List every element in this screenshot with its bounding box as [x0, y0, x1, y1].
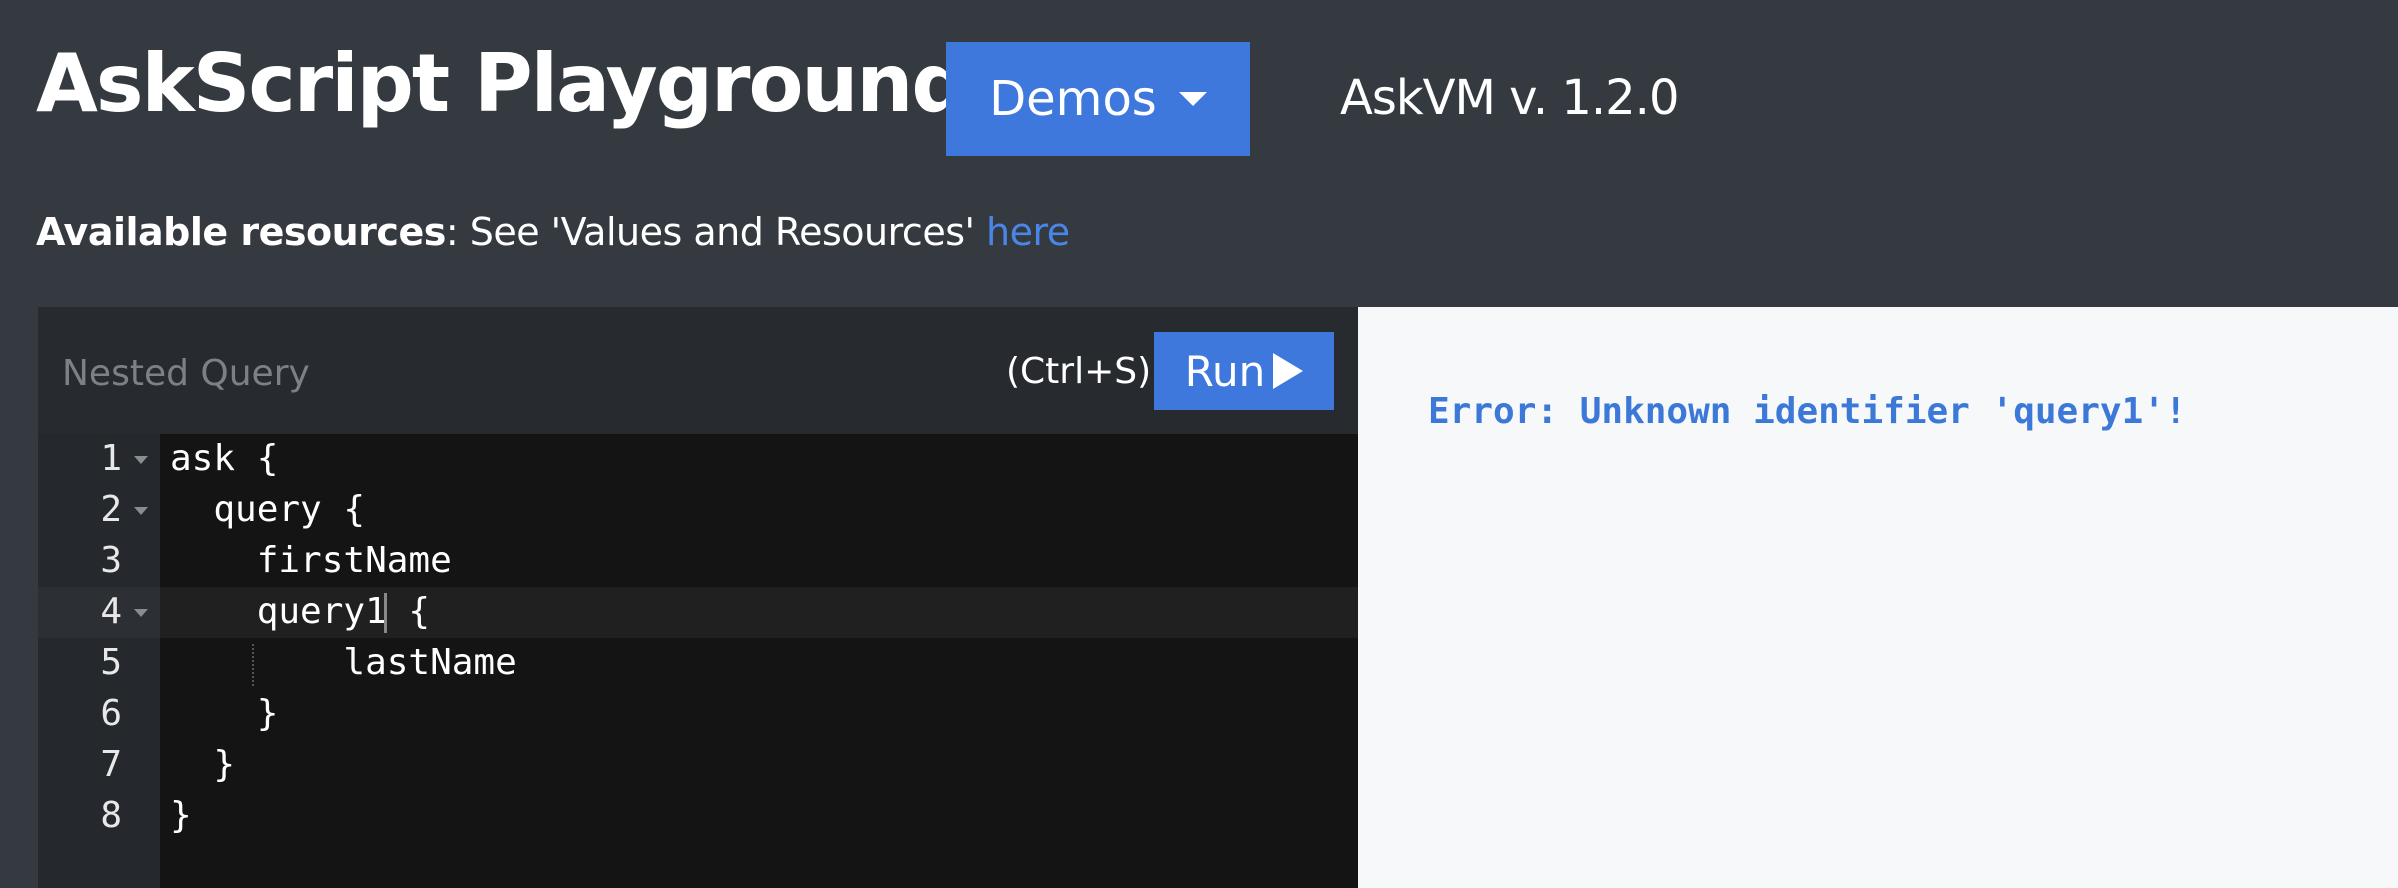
fold-arrow-icon[interactable]: [134, 507, 148, 515]
chevron-down-icon: [1178, 92, 1207, 106]
app-title: AskScript Playground: [36, 37, 969, 130]
resources-line: Available resources: See 'Values and Res…: [36, 210, 1070, 254]
run-shortcut-hint: (Ctrl+S): [1006, 351, 1152, 392]
resources-label: Available resources: [36, 210, 446, 254]
line-number: 4: [100, 591, 122, 632]
line-number: 3: [100, 540, 122, 581]
line-number: 2: [100, 489, 122, 530]
text-cursor: [384, 593, 387, 633]
error-message: Error: Unknown identifier 'query1'!: [1428, 391, 2187, 432]
line-number: 5: [100, 642, 122, 683]
fold-arrow-icon[interactable]: [134, 456, 148, 464]
run-label: Run: [1184, 346, 1266, 396]
vm-version: AskVM v. 1.2.0: [1340, 70, 1679, 126]
line-number: 7: [100, 744, 122, 785]
fold-arrow-icon[interactable]: [134, 609, 148, 617]
code-editor[interactable]: 1 ask { 2 query { 3 firstName 4 query1 {…: [38, 434, 1358, 888]
line-number: 8: [100, 795, 122, 836]
code-text: }: [170, 693, 279, 734]
line-number: 1: [100, 438, 122, 479]
code-line[interactable]: 2 query {: [38, 485, 1358, 536]
demos-label: Demos: [989, 71, 1157, 127]
run-button[interactable]: Run: [1154, 332, 1334, 410]
resources-link[interactable]: here: [986, 210, 1070, 254]
code-text: lastName: [170, 642, 517, 683]
code-line[interactable]: 8 }: [38, 791, 1358, 842]
code-line[interactable]: 3 firstName: [38, 536, 1358, 587]
line-number: 6: [100, 693, 122, 734]
code-text: }: [170, 744, 236, 785]
code-line[interactable]: 1 ask {: [38, 434, 1358, 485]
code-text: ask {: [170, 438, 279, 479]
play-icon: [1273, 353, 1304, 389]
resources-text: : See 'Values and Resources': [445, 210, 987, 254]
query-name: Nested Query: [62, 353, 310, 394]
output-panel: Error: Unknown identifier 'query1'!: [1358, 307, 2398, 888]
code-line[interactable]: 5 lastName: [38, 638, 1358, 689]
editor-header: Nested Query (Ctrl+S) Run: [38, 307, 1358, 434]
code-text: firstName: [170, 540, 452, 581]
demos-dropdown-button[interactable]: Demos: [946, 42, 1250, 156]
code-line[interactable]: 6 }: [38, 689, 1358, 740]
code-text: query {: [170, 489, 366, 530]
code-line-active[interactable]: 4 query1 {: [38, 587, 1358, 638]
code-text: }: [170, 795, 192, 836]
code-line[interactable]: 7 }: [38, 740, 1358, 791]
editor-panel: Nested Query (Ctrl+S) Run 1 ask { 2 quer…: [38, 307, 1358, 888]
code-text: query1 {: [170, 591, 431, 632]
